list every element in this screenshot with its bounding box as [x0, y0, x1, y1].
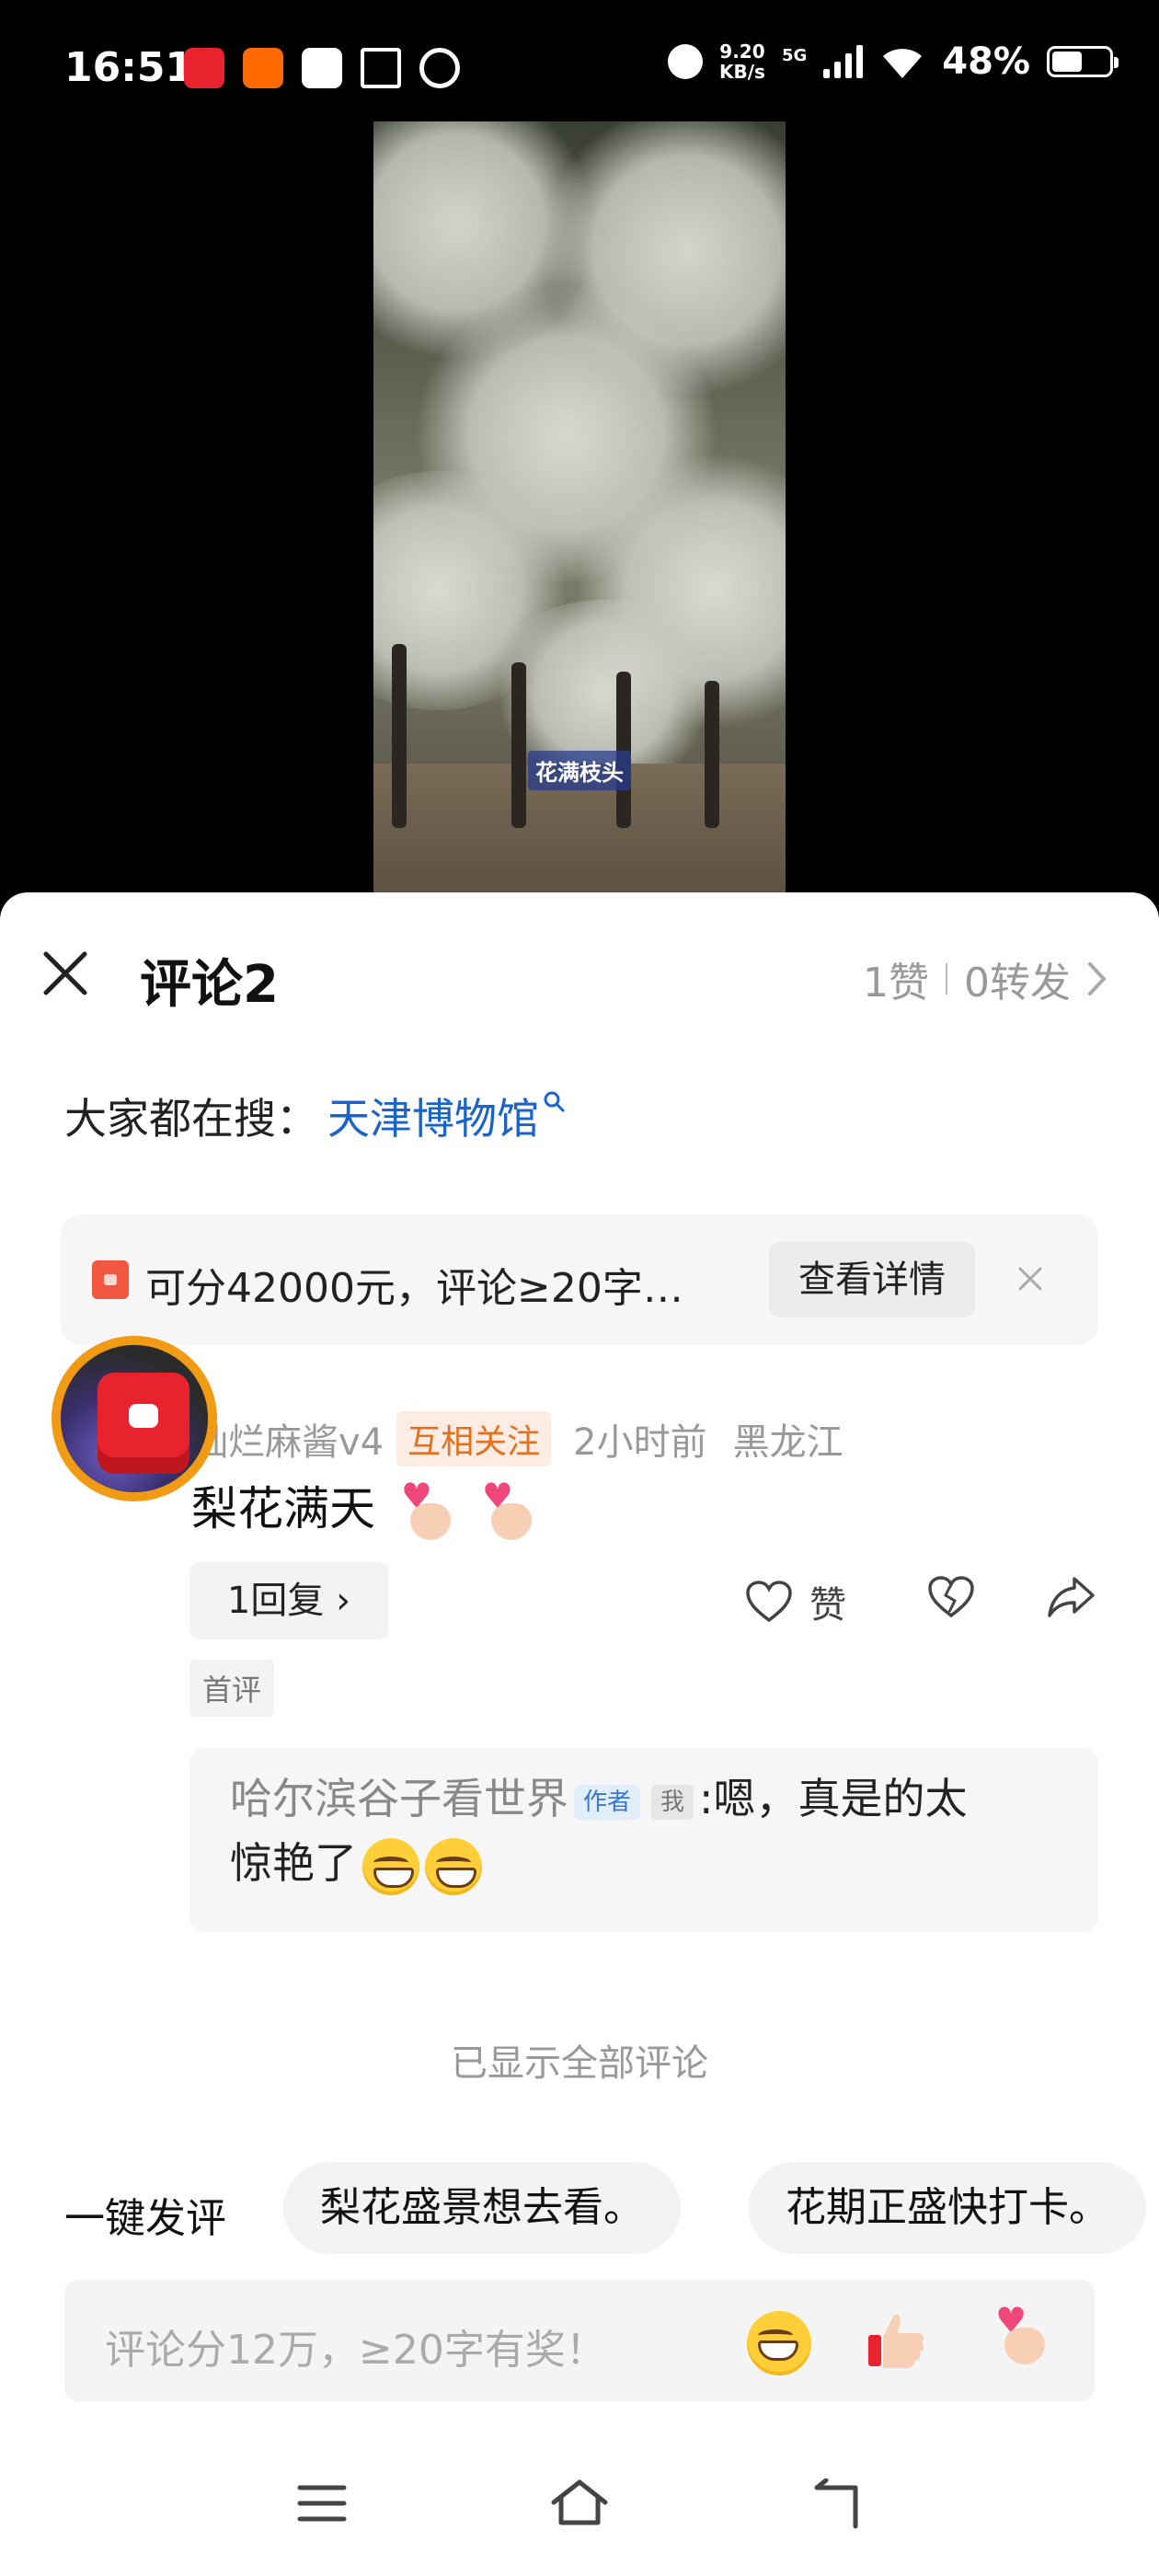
share-icon[interactable]: [1047, 1575, 1096, 1619]
quick-comment-label: 一键发评: [64, 2195, 226, 2242]
search-icon: [544, 1091, 565, 1112]
finger-heart-emoji: [478, 1476, 537, 1542]
comment-input-placeholder: 评论分12万，≥20字有奖！: [105, 2327, 606, 2374]
close-icon[interactable]: [42, 950, 88, 996]
status-time: 16:51: [64, 44, 194, 91]
post-stats[interactable]: 1赞 0转发: [863, 949, 1107, 1008]
quick-comment-chip[interactable]: 梨花盛景想去看。: [283, 2162, 681, 2254]
comment-text-content: 梨花满天: [191, 1482, 375, 1535]
me-tag: 我: [651, 1784, 694, 1820]
dislike-icon[interactable]: [927, 1575, 975, 1619]
reply-preview[interactable]: 哈尔滨谷子看世界 作者我:嗯，真是的太 惊艳了: [189, 1748, 1098, 1932]
finger-heart-emoji: [397, 1476, 456, 1542]
reply-author[interactable]: 哈尔滨谷子看世界: [230, 1774, 568, 1823]
signal-icon: [823, 45, 864, 78]
reward-text: 可分42000元，评论≥20字…: [145, 1265, 683, 1312]
heart-icon: [746, 1581, 792, 1623]
comment-meta: 灿烂麻酱v4 互相关注 2小时前 黑龙江: [191, 1411, 843, 1466]
system-nav-bar: [0, 2466, 1159, 2576]
close-banner-icon[interactable]: [1017, 1266, 1043, 1292]
toutiao-icon: [302, 48, 342, 88]
comment-author[interactable]: 灿烂麻酱v4: [191, 1412, 384, 1466]
speed-unit: KB/s: [718, 61, 765, 83]
comment-location: 黑龙江: [732, 1421, 843, 1464]
mutual-follow-badge: 互相关注: [396, 1411, 552, 1466]
like-label: 赞: [809, 1584, 846, 1627]
grin-emoji-button[interactable]: [747, 2311, 811, 2375]
network-type: 5G: [781, 45, 808, 65]
view-details-button[interactable]: 查看详情: [769, 1242, 975, 1317]
finger-heart-emoji-button[interactable]: [992, 2300, 1061, 2377]
grin-emoji: [362, 1837, 419, 1895]
grin-emoji: [425, 1837, 482, 1895]
comment-input[interactable]: 评论分12万，≥20字有奖！: [64, 2280, 1095, 2401]
chevron-right-icon: [1088, 962, 1107, 995]
battery-icon: [1047, 46, 1119, 77]
video-caption: 花满枝头: [528, 751, 631, 790]
thumbs-up-emoji-button[interactable]: [861, 2306, 931, 2375]
alarm-icon: [667, 44, 703, 79]
video-preview[interactable]: 花满枝头: [373, 121, 786, 892]
app-notification-icon: [419, 48, 460, 88]
reward-banner: 可分42000元，评论≥20字… 查看详情: [61, 1214, 1098, 1345]
menu-icon[interactable]: [296, 2482, 348, 2524]
all-comments-shown: 已显示全部评论: [451, 2042, 708, 2085]
notification-icons: [184, 48, 460, 88]
comment-text: 梨花满天: [191, 1472, 537, 1542]
red-envelope-icon: [98, 1373, 189, 1474]
capcut-icon: [361, 48, 401, 88]
wifi-icon: [883, 49, 923, 78]
network-speed: 9.20 KB/s: [719, 41, 765, 82]
app-notification-icon: [243, 48, 283, 88]
status-right: 9.20 KB/s 5G 48%: [667, 40, 1119, 83]
likes-count: 1赞: [863, 960, 929, 1006]
view-replies-button[interactable]: 1回复 ›: [189, 1562, 388, 1639]
app-notification-icon: [184, 48, 224, 88]
reply-text-line1: :嗯，真是的太: [699, 1774, 968, 1823]
shares-count: 0转发: [964, 960, 1071, 1006]
status-bar: 16:51 9.20 KB/s 5G 48%: [0, 0, 1159, 138]
comments-title: 评论2: [140, 955, 279, 1015]
like-button[interactable]: 赞: [745, 1575, 846, 1628]
trending-search: 大家都在搜： 天津博物馆: [64, 1086, 567, 1146]
comment-time: 2小时前: [573, 1421, 707, 1464]
first-comment-tag: 首评: [189, 1660, 275, 1717]
speed-value: 9.20: [719, 40, 765, 63]
battery-percent: 48%: [942, 40, 1030, 83]
trending-label: 大家都在搜：: [64, 1094, 318, 1144]
author-tag: 作者: [574, 1784, 641, 1820]
back-icon[interactable]: [808, 2478, 863, 2530]
quick-comment-chip[interactable]: 花期正盛快打卡。: [749, 2162, 1146, 2254]
red-envelope-icon: [92, 1260, 129, 1299]
stats-divider: [946, 963, 947, 995]
home-icon[interactable]: [548, 2477, 611, 2528]
trending-link[interactable]: 天津博物馆: [327, 1086, 539, 1146]
reply-text-line2: 惊艳了: [230, 1838, 357, 1888]
